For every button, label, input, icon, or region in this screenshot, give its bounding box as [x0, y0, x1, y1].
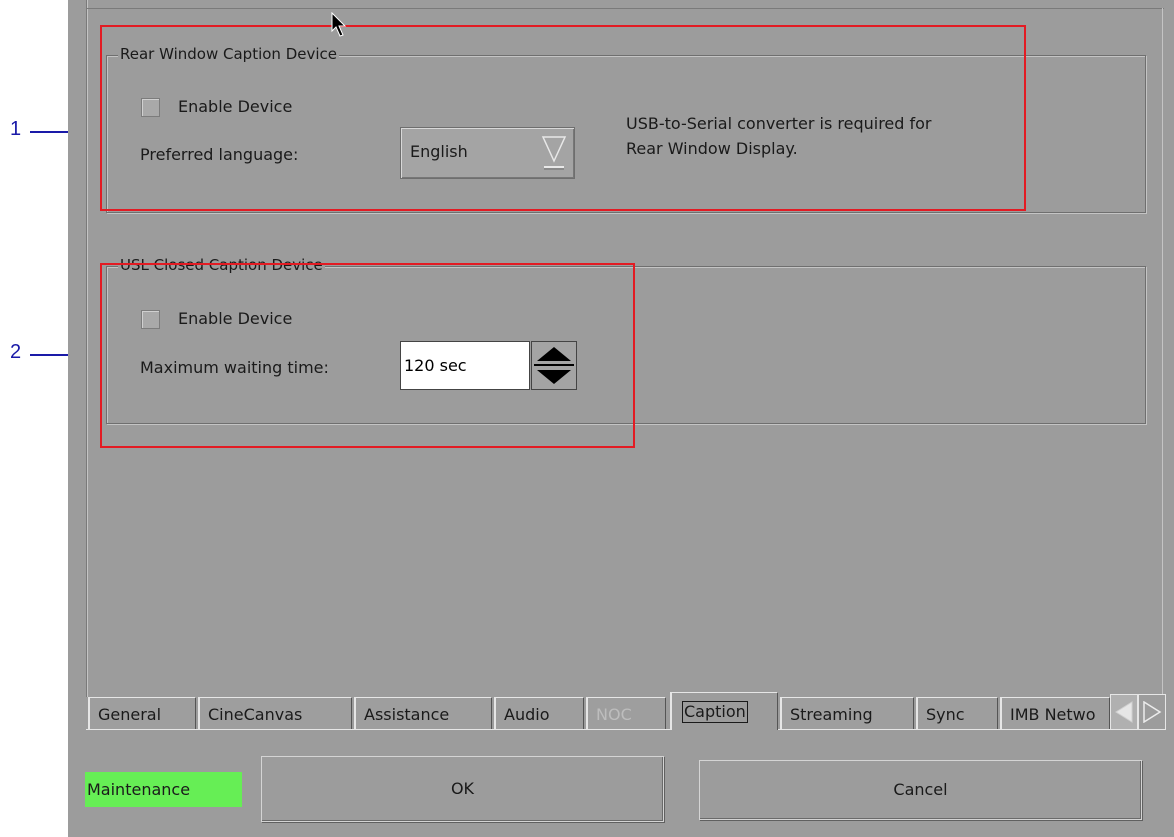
- tab-scroll-left-button[interactable]: [1110, 694, 1138, 730]
- tab-sync[interactable]: Sync: [916, 697, 998, 729]
- ok-button-label: OK: [450, 779, 475, 798]
- tab-general[interactable]: General: [88, 697, 196, 729]
- callout-1-label: 1: [10, 118, 22, 140]
- arrow-right-icon: [1143, 701, 1162, 723]
- page-frame-right: [1162, 8, 1163, 697]
- tab-noc: NOC: [586, 697, 666, 729]
- tab-audio[interactable]: Audio: [494, 697, 584, 729]
- tabbar-baseline: [86, 729, 1164, 730]
- annotation-box-2: [100, 263, 635, 448]
- tab-cinecanvas[interactable]: CineCanvas: [198, 697, 352, 729]
- cancel-button[interactable]: Cancel: [699, 760, 1142, 820]
- tab-scroll-right-button[interactable]: [1138, 694, 1166, 730]
- status-badge: Maintenance: [85, 772, 242, 807]
- arrow-left-icon: [1115, 701, 1133, 723]
- mouse-pointer-icon: [331, 12, 347, 37]
- ok-button[interactable]: OK: [261, 756, 664, 822]
- page-frame-left-hl: [87, 0, 88, 697]
- tab-streaming[interactable]: Streaming: [780, 697, 914, 729]
- page-frame-top: [86, 8, 1164, 9]
- tab-assistance[interactable]: Assistance: [354, 697, 492, 729]
- tab-imb-network[interactable]: IMB Netwo: [1000, 697, 1110, 729]
- callout-2-label: 2: [10, 341, 22, 363]
- tab-caption-label: Caption: [682, 701, 748, 723]
- tab-caption[interactable]: Caption: [670, 692, 778, 730]
- annotation-box-1: [100, 25, 1026, 211]
- cancel-button-label: Cancel: [893, 780, 948, 799]
